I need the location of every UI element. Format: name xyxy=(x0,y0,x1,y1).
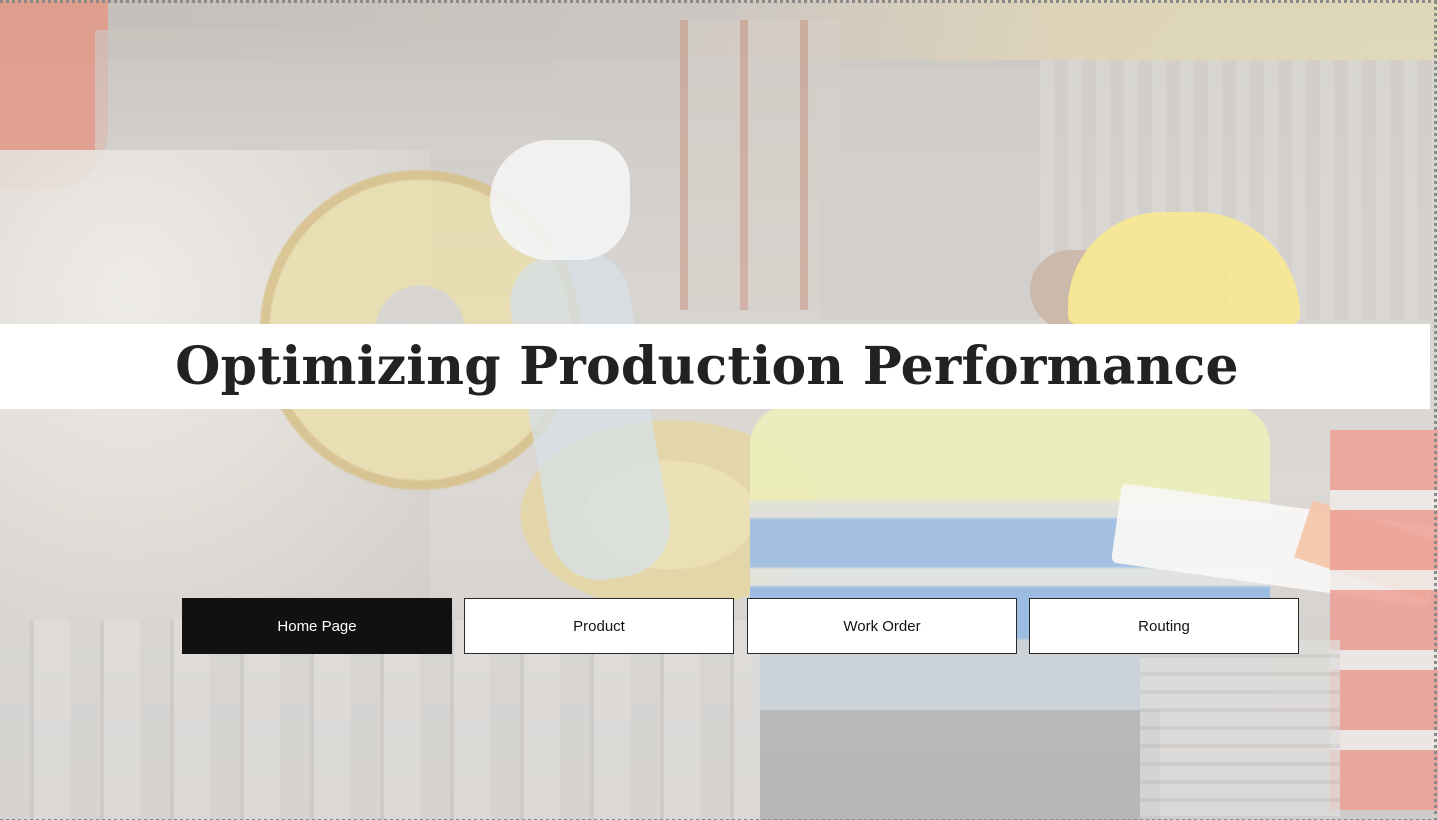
background-fade-overlay xyxy=(0,0,1438,820)
work-order-button[interactable]: Work Order xyxy=(747,598,1017,654)
factory-background-image xyxy=(0,0,1438,820)
routing-button[interactable]: Routing xyxy=(1029,598,1299,654)
routing-button-label: Routing xyxy=(1138,617,1190,635)
home-page-button[interactable]: Home Page xyxy=(182,598,452,654)
product-button-label: Product xyxy=(573,617,625,635)
product-button[interactable]: Product xyxy=(464,598,734,654)
home-page-button-label: Home Page xyxy=(277,617,357,635)
report-page: Optimizing Production Performance Home P… xyxy=(0,0,1438,820)
title-banner: Optimizing Production Performance xyxy=(0,324,1430,409)
work-order-button-label: Work Order xyxy=(843,617,921,635)
page-title: Optimizing Production Performance xyxy=(175,336,1239,397)
navigation-bar: Home Page Product Work Order Routing xyxy=(182,598,1300,654)
